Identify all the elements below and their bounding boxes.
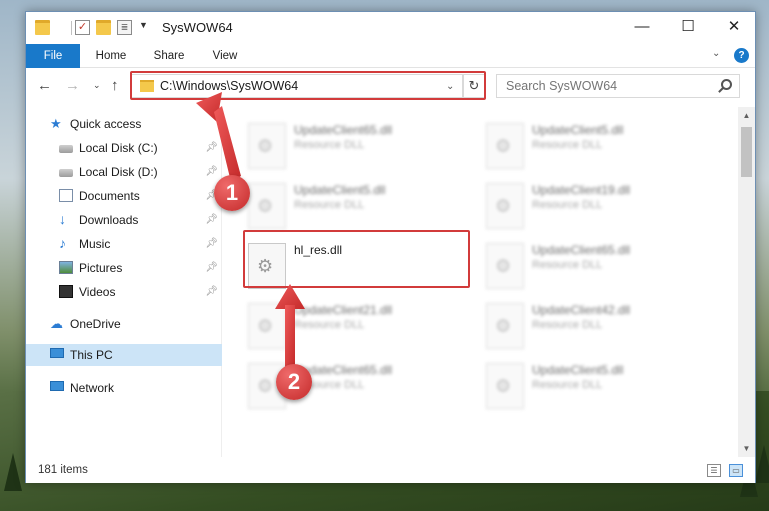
callout-step-2: 2 [276,364,312,400]
callout-step-1: 1 [214,175,250,211]
annotation-arrows [196,92,305,367]
arrow-2 [275,284,305,367]
arrow-1 [196,92,241,182]
